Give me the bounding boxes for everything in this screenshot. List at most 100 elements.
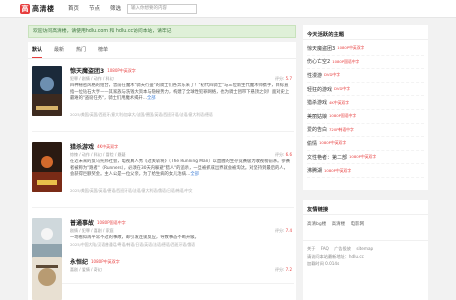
movie-score: 评分: 7.2 [275, 267, 292, 273]
search-input[interactable]: 输入你想要的内容 [127, 4, 197, 14]
list-item: 猎杀游戏 4K中英双字 惊悚 / 动作 / 科幻 / 冒险 / 悬疑 评分: 6… [32, 142, 294, 216]
site-logo[interactable]: 高 高清楼 [20, 3, 55, 15]
hot-item-name: 爱的告白 [307, 127, 328, 134]
site-footer: 关于 FAQ 广告投放 sitemap 请访问本站最新地址：hdlu.cc 加载… [303, 241, 428, 272]
footer-link-ads[interactable]: 广告投放 [334, 246, 351, 251]
hot-item[interactable]: 沸腾湖 1080P中英双字 [307, 164, 424, 178]
hot-item-name: 惊天魔盗团3 [307, 45, 336, 52]
movie-score: 评分: 5.7 [275, 76, 292, 82]
movie-list-panel: 默认 最新 热门 榜单 惊天魔盗团3 1080P中英双字 犯罪 / 剧情 / 动… [28, 42, 296, 300]
hot-item[interactable]: 惊天魔盗团3 1080P中英双字 [307, 42, 424, 56]
movie-score: 评分: 6.6 [275, 152, 292, 158]
more-link[interactable]: 全部 [147, 96, 156, 101]
hot-topics-box: 今天活跃的主题 惊天魔盗团3 1080P中英双字 伤心亡空2 1080P国语中字 性… [303, 25, 428, 190]
score-label: 评分: [274, 267, 285, 272]
hot-item-quality: 1080P中英双字 [349, 154, 377, 160]
hot-item[interactable]: 偷情 1080P中英双字 [307, 137, 424, 151]
logo-text: 高清楼 [32, 4, 55, 13]
movie-title[interactable]: 普通事故 [70, 218, 94, 227]
hot-item[interactable]: 猎杀游戏 4K中英双字 [307, 96, 424, 110]
movie-tags: 2025/中国大陆/汉语普通话/粤语/韩语/日语/英语/法语/德语/西班牙语/俄… [70, 242, 195, 247]
movie-score: 评分: 7.4 [275, 228, 292, 234]
movie-description: 一场看似再平常不过的事故，却引发连锁反应，导致事态不断升级。 [70, 235, 292, 242]
hot-item-quality: DVD中字 [334, 86, 350, 92]
score-label: 评分: [274, 228, 285, 233]
quality-badge: 1080P中英双字 [107, 67, 136, 73]
hot-item-quality: 1080P中英双字 [337, 45, 365, 51]
hot-item[interactable]: 文性艳者：第二部 1080P中英双字 [307, 151, 424, 165]
nav-filter[interactable]: 筛选 [110, 4, 121, 14]
nav-home[interactable]: 首页 [68, 4, 79, 14]
hot-item-name: 文性艳者：第二部 [307, 154, 348, 161]
notice-banner: 欢迎访问高清楼，请使用hdlu.com 和 hdlu.cc访问本站，请牢记 [28, 25, 296, 38]
poster-image[interactable] [32, 66, 62, 116]
footer-links: 关于 FAQ 广告投放 sitemap [307, 245, 424, 253]
friend-link[interactable]: 电影网 [351, 222, 365, 227]
more-link[interactable]: 全部 [190, 172, 199, 177]
movie-title[interactable]: 猎杀游戏 [70, 142, 94, 151]
friend-link[interactable]: 高清bg楼 [307, 222, 326, 227]
poster-image[interactable] [32, 257, 62, 300]
logo-mark: 高 [20, 4, 30, 14]
movie-tags: 2025/美国/英国/西班牙/意大利/加拿大/法国/德国/英语/西班牙语/法语/… [70, 112, 213, 117]
main-nav: 首页 节点 筛选 [68, 4, 131, 14]
nav-nodes[interactable]: 节点 [89, 4, 100, 14]
tab-latest[interactable]: 最新 [54, 42, 64, 58]
score-value: 7.4 [285, 228, 292, 233]
quality-badge: 1080P中英双字 [91, 258, 120, 264]
hot-topics-list: 惊天魔盗团3 1080P中英双字 伤心亡空2 1080P国语中字 性漫游 DVD中字 … [303, 40, 428, 180]
score-value: 5.7 [285, 76, 292, 81]
hot-item-name: 轻狂的游戏 [307, 86, 333, 93]
movie-title[interactable]: 惊天魔盗团3 [70, 66, 104, 75]
hot-topics-title: 今天活跃的主题 [303, 25, 428, 40]
movie-tags: 2025/美国/英国/英语/德语/西班牙语/法语/意大利语/俄语/日语/韩语/中… [70, 188, 193, 193]
hot-item-quality: DVD中字 [324, 72, 340, 78]
hot-item[interactable]: 爱的告白 720P韩语中字 [307, 124, 424, 138]
hot-item-quality: 1080P中英双字 [319, 140, 347, 146]
hot-item-name: 美丽姑娘 [307, 113, 328, 120]
movie-description: 在近未来的反乌托邦社会，电视真人秀《过关斩将》（The Running Man）… [70, 159, 292, 179]
hot-item-name: 性漫游 [307, 72, 323, 79]
hot-item-name: 猎杀游戏 [307, 100, 328, 107]
movie-description: 四种秘密风格的组合，曾前在魔术"骑天行盗"的骑士们各奔东来了！"初代四骑士"与三… [70, 83, 292, 103]
description-text: 四种秘密风格的组合，曾前在魔术"骑天行盗"的骑士们各奔东来了！"初代四骑士"与三… [70, 83, 290, 101]
score-label: 评分: [274, 76, 285, 81]
hot-item-quality: 1080P中英双字 [324, 167, 352, 173]
hot-item-quality: 1080P国语中字 [332, 58, 360, 64]
friend-links-box: 友情链接 高清bg楼 高清楼 电影网 关于 FAQ 广告投放 sitemap 请… [303, 200, 428, 300]
hot-item[interactable]: 轻狂的游戏 DVD中字 [307, 83, 424, 97]
hot-item[interactable]: 性漫游 DVD中字 [307, 69, 424, 83]
tab-default[interactable]: 默认 [32, 42, 43, 58]
movie-genres: 剧情 / 犯罪 / 喜剧 / 家庭 [70, 228, 114, 233]
movie-title[interactable]: 永恒纪 [70, 257, 88, 266]
quality-badge: 1080P国语中字 [97, 219, 126, 225]
friend-links-list: 高清bg楼 高清楼 电影网 [303, 215, 428, 241]
footer-link-faq[interactable]: FAQ [321, 246, 329, 251]
hot-item-quality: 720P韩语中字 [329, 126, 354, 132]
score-value: 6.6 [285, 152, 292, 157]
tab-ranking[interactable]: 榜单 [98, 42, 108, 58]
footer-load-time: 加载时间 0.014s [307, 261, 340, 266]
description-text: 在近未来的反乌托邦社会，电视真人秀《过关斩将》（The Running Man）… [70, 159, 291, 177]
footer-link-about[interactable]: 关于 [307, 246, 315, 251]
poster-image[interactable] [32, 142, 62, 192]
divider [32, 207, 294, 208]
hot-item-name: 沸腾湖 [307, 168, 323, 175]
hot-item-quality: 4K中英双字 [329, 99, 350, 105]
movie-genres: 犯罪 / 剧情 / 动作 / 科幻 [70, 76, 114, 81]
hot-item[interactable]: 伤心亡空2 1080P国语中字 [307, 56, 424, 70]
quality-badge: 4K中英双字 [97, 143, 119, 149]
footer-link-sitemap[interactable]: sitemap [356, 246, 373, 251]
sort-tabs: 默认 最新 热门 榜单 [28, 42, 296, 59]
hot-item-quality: 1080P国语中字 [329, 113, 357, 119]
list-item: 惊天魔盗团3 1080P中英双字 犯罪 / 剧情 / 动作 / 科幻 评分: 5… [32, 66, 294, 140]
movie-genres: 喜剧 / 爱情 / 奇幻 [70, 267, 102, 272]
hot-item-name: 偷情 [307, 140, 318, 147]
score-value: 7.2 [285, 267, 292, 272]
tab-hot[interactable]: 热门 [76, 42, 86, 58]
friend-links-title: 友情链接 [303, 200, 428, 215]
hot-item[interactable]: 美丽姑娘 1080P国语中字 [307, 110, 424, 124]
friend-link[interactable]: 高清楼 [332, 222, 346, 227]
score-label: 评分: [274, 152, 285, 157]
hot-item-name: 伤心亡空2 [307, 59, 331, 66]
